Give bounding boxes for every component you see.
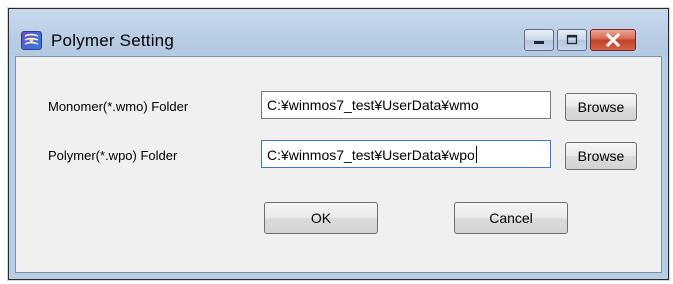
close-icon bbox=[605, 32, 621, 48]
polymer-browse-button[interactable]: Browse bbox=[565, 142, 637, 170]
minimize-button[interactable] bbox=[524, 29, 554, 51]
ok-button[interactable]: OK bbox=[264, 202, 378, 234]
text-caret bbox=[475, 146, 477, 163]
polymer-setting-dialog: Polymer Setting Monomer(*.wmo) Folder C:… bbox=[8, 8, 669, 280]
maximize-button[interactable] bbox=[557, 29, 587, 51]
monomer-folder-label: Monomer(*.wmo) Folder bbox=[48, 99, 189, 114]
window-title: Polymer Setting bbox=[51, 31, 174, 50]
cancel-button[interactable]: Cancel bbox=[454, 202, 568, 234]
minimize-icon bbox=[534, 41, 544, 44]
monomer-folder-field[interactable]: C:¥winmos7_test¥UserData¥wmo bbox=[261, 91, 551, 119]
title-bar[interactable]: Polymer Setting bbox=[9, 9, 668, 55]
monomer-folder-value: C:¥winmos7_test¥UserData¥wmo bbox=[267, 97, 479, 113]
polymer-folder-label: Polymer(*.wpo) Folder bbox=[48, 148, 178, 163]
polymer-folder-value: C:¥winmos7_test¥UserData¥wpo bbox=[267, 147, 475, 163]
polymer-app-icon bbox=[21, 31, 42, 50]
dialog-content: Monomer(*.wmo) Folder C:¥winmos7_test¥Us… bbox=[15, 56, 662, 273]
close-button[interactable] bbox=[590, 29, 636, 51]
polymer-folder-field[interactable]: C:¥winmos7_test¥UserData¥wpo bbox=[261, 140, 551, 168]
maximize-icon bbox=[566, 34, 578, 45]
monomer-browse-button[interactable]: Browse bbox=[565, 93, 637, 121]
